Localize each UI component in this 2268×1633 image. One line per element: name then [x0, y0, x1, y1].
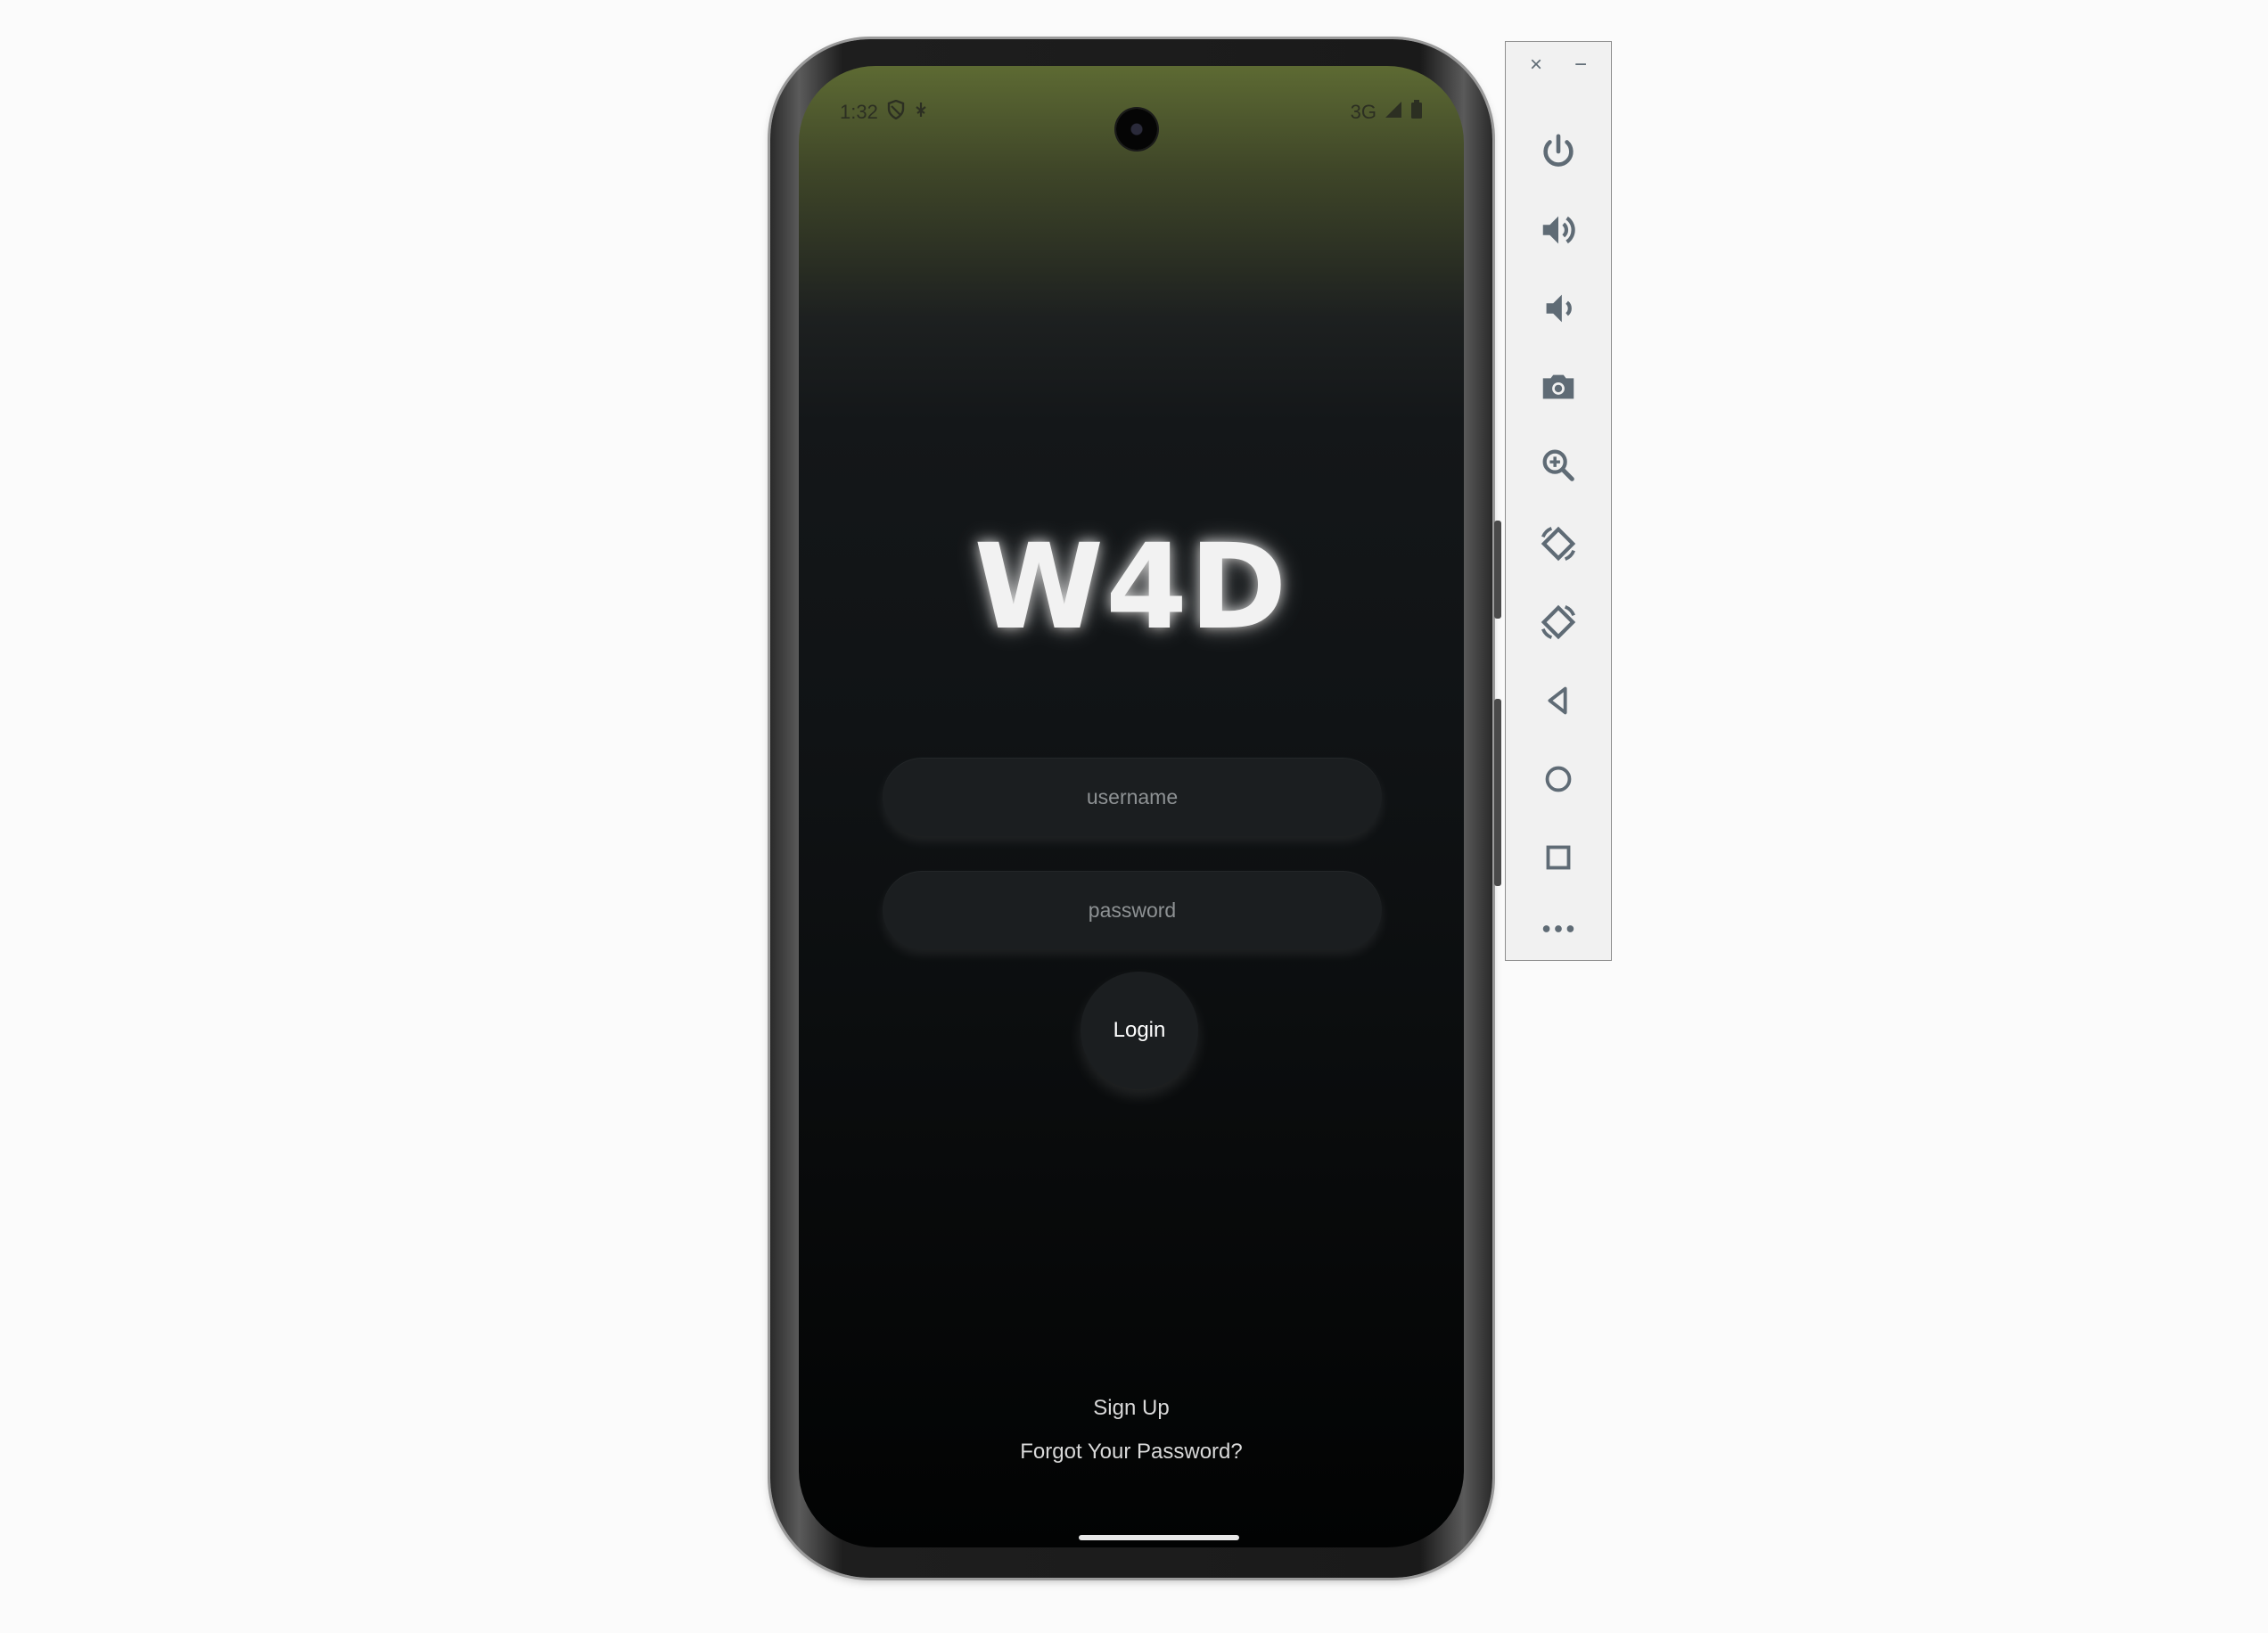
zoom-in-icon	[1542, 449, 1574, 481]
volume-up-button[interactable]	[1531, 202, 1586, 258]
app-logo: W4D	[974, 519, 1289, 656]
camera-icon	[1542, 374, 1574, 399]
status-time: 1:32	[840, 101, 878, 123]
phone-frame: 1:32 3G W4D username Login Sign Up Forgo…	[770, 39, 1501, 1578]
screenshot-button[interactable]	[1531, 359, 1586, 414]
overview-icon	[1546, 845, 1571, 870]
forgot-password-link[interactable]: Forgot Your Password?	[799, 1440, 1464, 1465]
phone-side-button[interactable]	[1494, 699, 1501, 886]
rotate-right-icon	[1541, 604, 1576, 640]
battery-icon	[1410, 100, 1423, 125]
back-icon	[1548, 686, 1567, 715]
close-icon[interactable]: ×	[1524, 53, 1549, 78]
status-left: 1:32	[840, 99, 928, 125]
shield-icon	[887, 99, 905, 125]
rotate-left-icon	[1541, 526, 1576, 562]
network-type: 3G	[1350, 101, 1376, 123]
home-button[interactable]	[1531, 751, 1586, 807]
emulator-toolbar: × −	[1505, 41, 1612, 961]
password-input[interactable]	[883, 871, 1382, 949]
volume-down-icon	[1546, 294, 1572, 323]
zoom-button[interactable]	[1531, 438, 1586, 493]
rotate-right-button[interactable]	[1531, 595, 1586, 650]
volume-down-button[interactable]	[1531, 281, 1586, 336]
overview-button[interactable]	[1531, 830, 1586, 885]
signal-icon	[1384, 100, 1403, 125]
phone-side-button[interactable]	[1494, 521, 1501, 619]
login-button[interactable]: Login	[1081, 972, 1198, 1089]
front-camera	[1116, 109, 1157, 150]
minimize-icon[interactable]: −	[1568, 53, 1593, 78]
status-right: 3G	[1351, 100, 1423, 125]
username-input[interactable]	[883, 758, 1382, 836]
more-icon	[1542, 925, 1574, 932]
status-bar: 1:32 3G	[799, 93, 1464, 150]
debug-icon	[914, 101, 928, 124]
rotate-left-button[interactable]	[1531, 516, 1586, 571]
signup-link[interactable]: Sign Up	[799, 1396, 1464, 1421]
volume-up-icon	[1542, 216, 1575, 244]
home-icon	[1545, 766, 1572, 792]
gesture-home-bar[interactable]	[1079, 1535, 1239, 1540]
power-icon	[1543, 134, 1574, 167]
toolbar-window-controls: × −	[1506, 53, 1611, 78]
more-button[interactable]	[1531, 908, 1586, 949]
emulator-window: 1:32 3G W4D username Login Sign Up Forgo…	[0, 0, 2268, 1633]
phone-screen: 1:32 3G W4D username Login Sign Up Forgo…	[799, 66, 1464, 1547]
power-button[interactable]	[1531, 124, 1586, 179]
back-button[interactable]	[1531, 673, 1586, 728]
